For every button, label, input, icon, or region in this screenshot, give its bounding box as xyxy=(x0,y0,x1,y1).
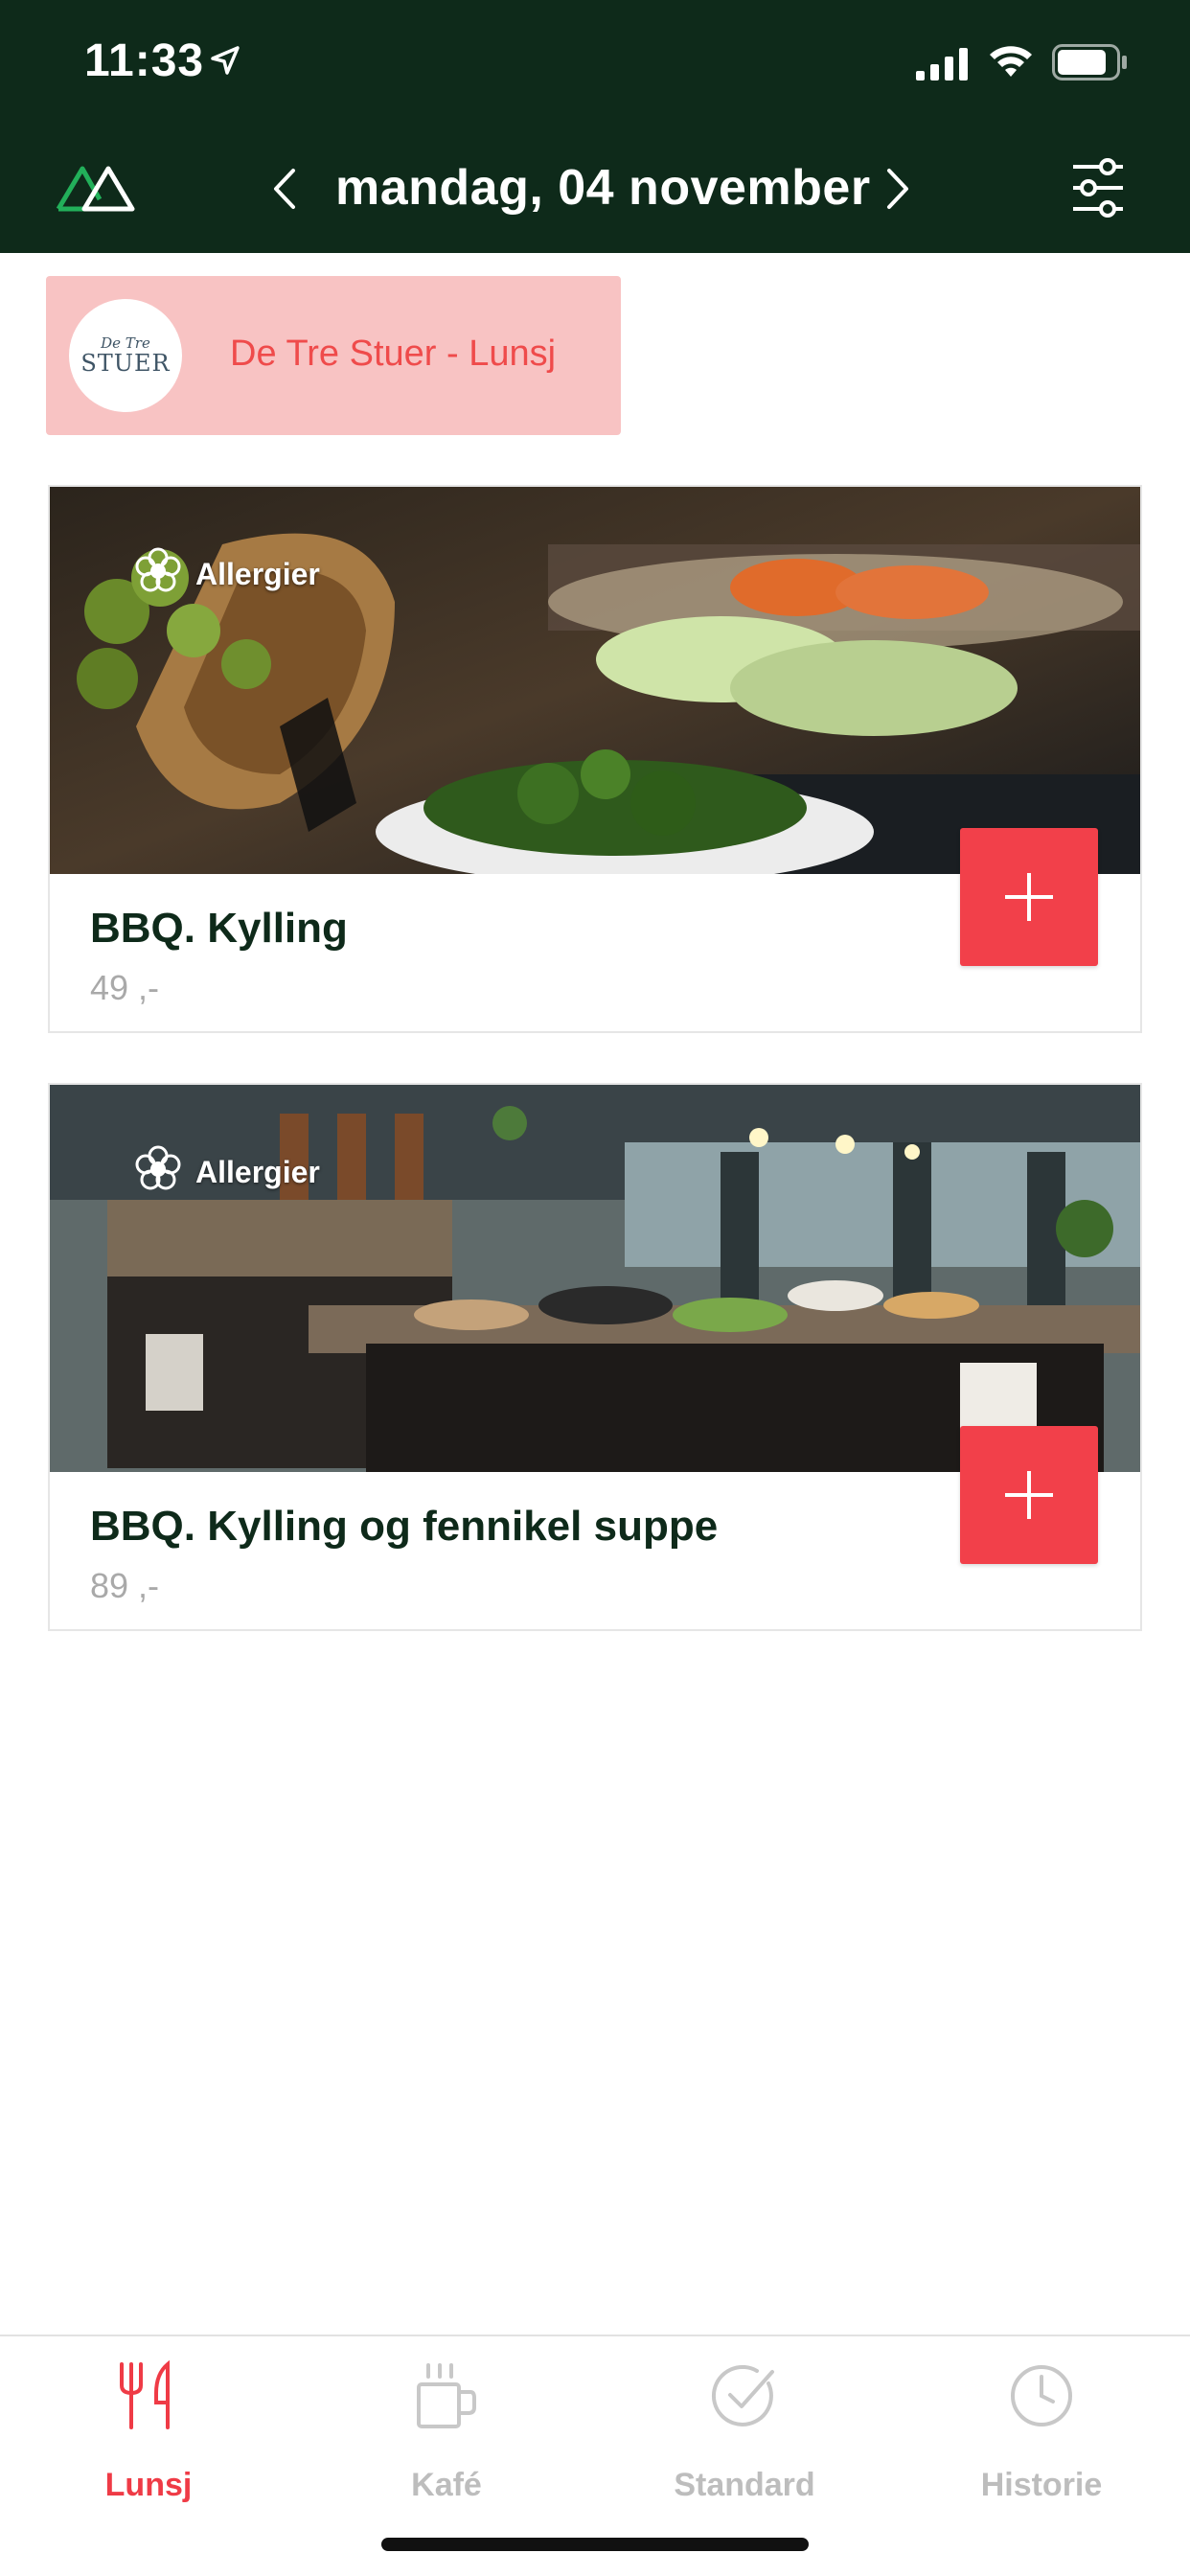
allergy-flower-icon xyxy=(134,546,182,602)
cellular-signal-icon xyxy=(916,48,972,85)
allergy-flower-icon xyxy=(134,1144,182,1200)
restaurant-chip[interactable]: De Tre STUER De Tre Stuer - Lunsj xyxy=(46,276,621,435)
tab-label: Lunsj xyxy=(104,2467,193,2503)
battery-icon xyxy=(1052,44,1129,85)
tab-historie[interactable]: Historie xyxy=(893,2336,1190,2528)
restaurant-label: De Tre Stuer - Lunsj xyxy=(230,334,557,374)
allergy-label: Allergier xyxy=(195,1154,320,1189)
restaurant-logo: De Tre STUER xyxy=(69,299,182,412)
cutlery-icon xyxy=(0,2348,297,2444)
previous-day-button[interactable] xyxy=(270,167,297,216)
plus-icon xyxy=(1005,873,1053,921)
app-screen: 11:33 mandag, 04 november De Tre STUER D… xyxy=(0,0,1190,2576)
coffee-cup-icon xyxy=(298,2348,595,2444)
allergy-label: Allergier xyxy=(195,556,320,591)
plus-icon xyxy=(1005,1471,1053,1519)
add-to-cart-button[interactable] xyxy=(960,828,1098,966)
filter-settings-icon[interactable] xyxy=(1071,157,1125,223)
tab-standard[interactable]: Standard xyxy=(596,2336,893,2528)
allergy-badge[interactable]: Allergier xyxy=(134,1144,320,1200)
location-arrow-icon xyxy=(209,44,241,81)
status-time: 11:33 xyxy=(84,35,205,86)
item-price: 89 ,- xyxy=(90,1566,160,1605)
tab-label: Standard xyxy=(674,2467,815,2503)
add-to-cart-button[interactable] xyxy=(960,1426,1098,1564)
item-name: BBQ. Kylling og fennikel suppe xyxy=(90,1503,719,1550)
next-day-button[interactable] xyxy=(885,167,912,216)
tab-kafe[interactable]: Kafé xyxy=(298,2336,595,2528)
menu-item-card[interactable]: Allergier BBQ. Kylling og fennikel suppe… xyxy=(48,1083,1142,1631)
restaurant-logo-small-text: De Tre xyxy=(101,334,150,352)
menu-item-image xyxy=(50,487,1140,874)
item-price: 49 ,- xyxy=(90,968,160,1007)
allergy-badge[interactable]: Allergier xyxy=(134,546,320,602)
menu-item-image xyxy=(50,1085,1140,1472)
clock-icon xyxy=(893,2348,1190,2444)
item-name: BBQ. Kylling xyxy=(90,905,348,952)
header: 11:33 mandag, 04 november xyxy=(0,0,1190,253)
wifi-icon xyxy=(987,42,1035,85)
date-title: mandag, 04 november xyxy=(335,160,871,216)
tab-label: Kafé xyxy=(411,2467,482,2503)
check-circle-icon xyxy=(596,2348,893,2444)
tab-label: Historie xyxy=(980,2467,1103,2503)
home-indicator xyxy=(381,2538,809,2551)
restaurant-logo-big-text: STUER xyxy=(80,350,171,377)
menu-item-card[interactable]: Allergier BBQ. Kylling 49 ,- xyxy=(48,485,1142,1033)
app-logo-icon xyxy=(56,161,136,218)
tab-lunsj[interactable]: Lunsj xyxy=(0,2336,297,2528)
